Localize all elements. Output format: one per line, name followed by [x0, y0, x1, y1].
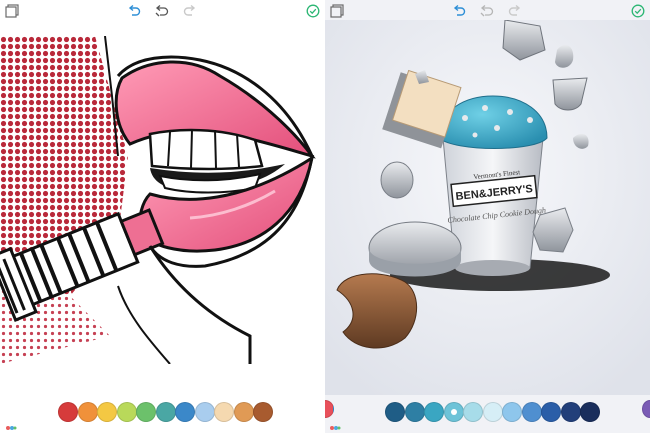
color-swatch[interactable]	[580, 402, 600, 422]
color-swatch[interactable]	[385, 402, 405, 422]
brush-tools-icon[interactable]	[329, 420, 341, 430]
left-color-palette	[0, 402, 325, 424]
history-icon[interactable]	[479, 3, 495, 19]
color-swatch[interactable]	[541, 402, 561, 422]
color-swatch[interactable]	[560, 402, 581, 422]
color-swatch[interactable]	[502, 402, 522, 422]
color-swatch[interactable]	[214, 402, 234, 422]
color-swatch[interactable]	[253, 402, 273, 422]
color-swatch[interactable]	[424, 402, 444, 422]
color-swatch[interactable]	[463, 402, 483, 422]
gallery-icon[interactable]	[4, 3, 20, 19]
lips-artwork-canvas[interactable]	[0, 36, 325, 364]
color-swatch[interactable]	[155, 402, 176, 422]
undo-icon[interactable]	[126, 3, 142, 19]
right-app-panel: BEN&JERRY'S Vermont's Finest Chocolate C…	[325, 0, 650, 433]
color-swatch[interactable]	[194, 402, 215, 422]
color-swatch[interactable]	[136, 402, 156, 422]
undo-icon[interactable]	[451, 3, 467, 19]
color-swatch[interactable]	[97, 402, 117, 422]
left-toolbar	[0, 0, 325, 22]
redo-icon[interactable]	[182, 3, 198, 19]
left-app-panel	[0, 0, 325, 433]
gallery-icon[interactable]	[329, 3, 345, 19]
color-swatch[interactable]	[521, 402, 542, 422]
ice-cream-artwork-canvas[interactable]: BEN&JERRY'S Vermont's Finest Chocolate C…	[325, 20, 650, 395]
color-swatch[interactable]	[116, 402, 137, 422]
color-swatch[interactable]	[482, 402, 503, 422]
right-color-palette	[325, 402, 650, 424]
color-swatch[interactable]	[233, 402, 254, 422]
history-icon[interactable]	[154, 3, 170, 19]
color-swatch[interactable]	[404, 402, 425, 422]
done-icon[interactable]	[305, 3, 321, 19]
redo-icon[interactable]	[507, 3, 523, 19]
color-swatch[interactable]	[77, 402, 98, 422]
color-swatch[interactable]	[58, 402, 78, 422]
done-icon[interactable]	[630, 3, 646, 19]
right-toolbar	[325, 0, 650, 22]
brush-tools-icon[interactable]	[5, 420, 17, 430]
color-swatch[interactable]	[443, 402, 464, 422]
color-swatch[interactable]	[175, 402, 195, 422]
